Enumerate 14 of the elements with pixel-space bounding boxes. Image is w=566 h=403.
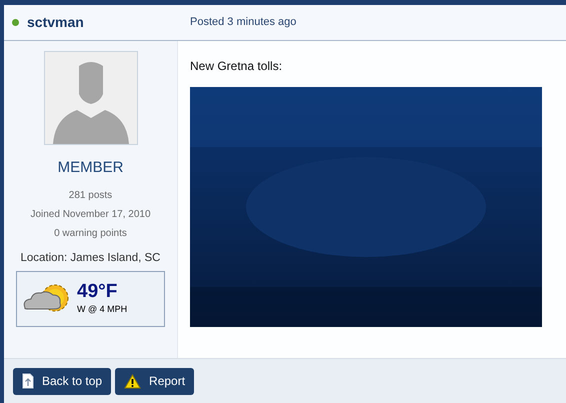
profile-stat: Joined November 17, 2010: [30, 208, 151, 222]
profile-stat: 0 warning points: [54, 226, 127, 240]
back-to-top-button[interactable]: Back to top: [13, 368, 112, 394]
post-date: Posted 3 minutes ago: [190, 15, 296, 30]
temperature: 49°F: [77, 281, 118, 303]
report-button[interactable]: Report: [115, 368, 194, 394]
post-text: New Gretna tolls:: [190, 58, 284, 75]
author-name[interactable]: sctvman: [27, 12, 84, 33]
warning-icon: [124, 374, 142, 388]
profile-stat: 281 posts: [68, 188, 112, 202]
location: Location: James Island, SC: [20, 250, 160, 266]
member-rank: MEMBER: [58, 158, 124, 178]
wind-reading: W @ 4 MPH: [77, 303, 128, 316]
document-arrow-icon: [22, 373, 34, 389]
